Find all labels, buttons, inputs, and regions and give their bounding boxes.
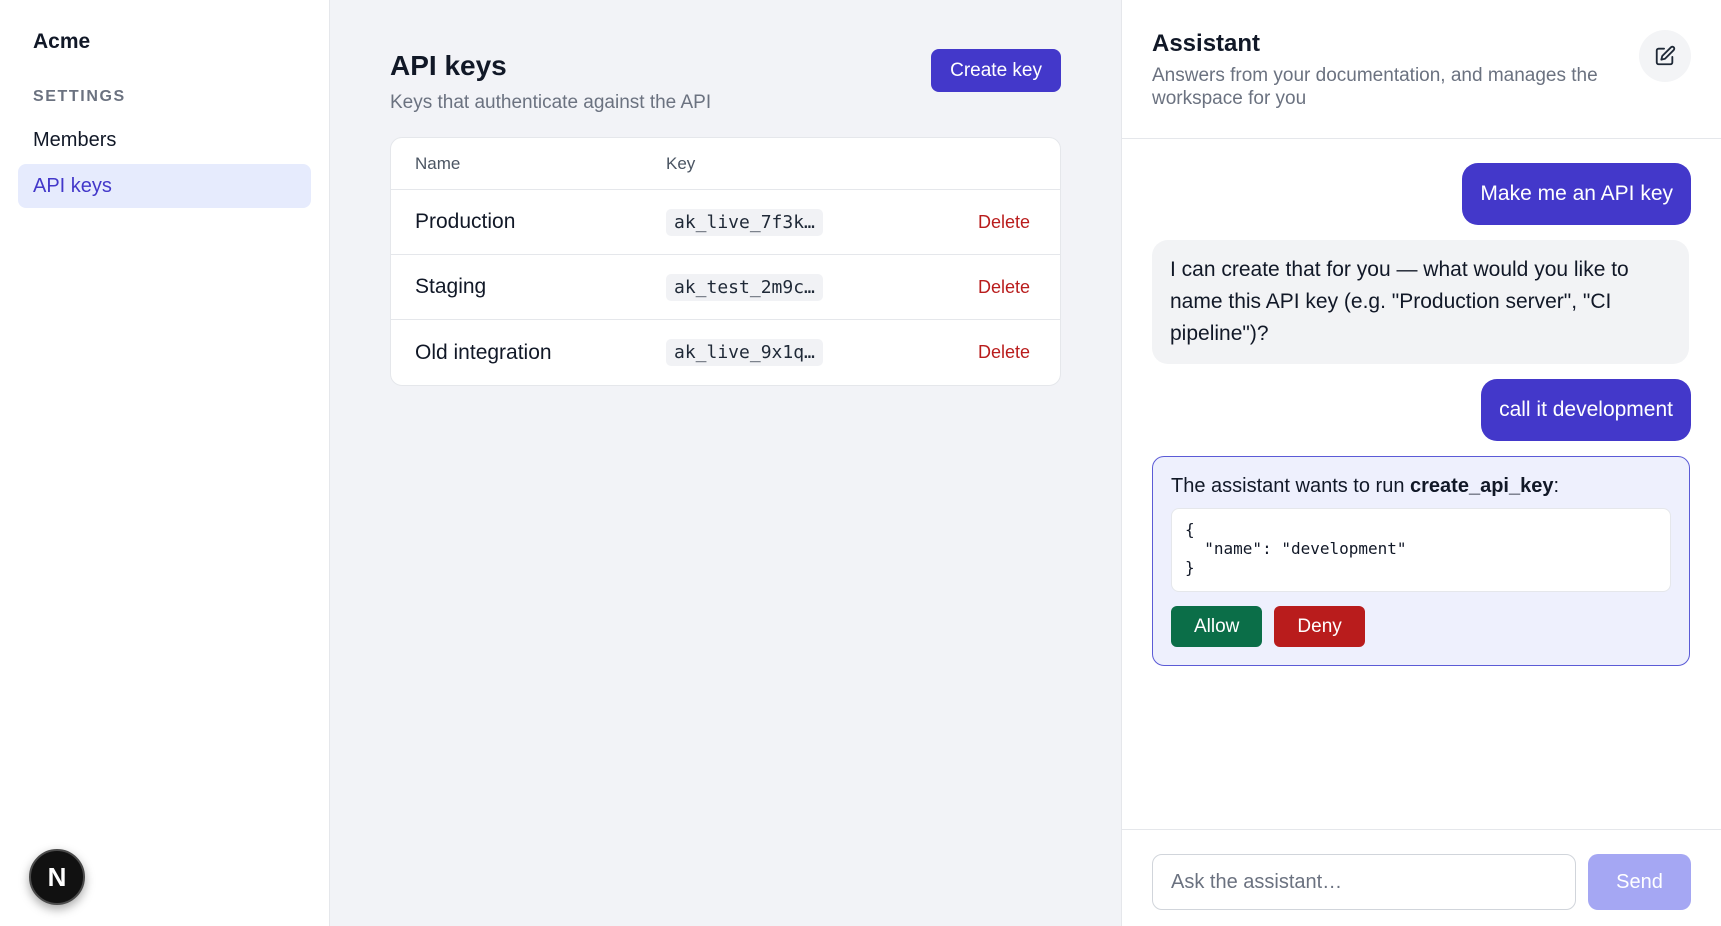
app-root: Acme SETTINGS Members API keys N API key… bbox=[0, 0, 1721, 926]
delete-key-button[interactable]: Delete bbox=[978, 212, 1030, 233]
tool-request-suffix: : bbox=[1553, 475, 1560, 497]
brand-name: Acme bbox=[33, 30, 91, 53]
page-title: API keys bbox=[390, 50, 507, 81]
sidebar-item-api-keys[interactable]: API keys bbox=[18, 164, 311, 208]
tool-request-text: The assistant wants to run create_api_ke… bbox=[1171, 475, 1671, 498]
page-heading: API keys Keys that authenticate against … bbox=[390, 48, 711, 114]
delete-key-button[interactable]: Delete bbox=[978, 342, 1030, 363]
key-name: Production bbox=[415, 210, 516, 233]
allow-button[interactable]: Allow bbox=[1171, 606, 1263, 647]
send-button[interactable]: Send bbox=[1588, 854, 1691, 910]
column-header-key: Key bbox=[666, 153, 696, 173]
key-value: ak_live_7f3k… bbox=[666, 208, 823, 236]
user-message: Make me an API key bbox=[1462, 163, 1691, 225]
tool-request-prefix: The assistant wants to run bbox=[1171, 475, 1411, 497]
table-row: Staging ak_test_2m9c… Delete bbox=[391, 255, 1060, 320]
new-chat-button[interactable] bbox=[1639, 30, 1691, 82]
sidebar: Acme SETTINGS Members API keys N bbox=[0, 0, 330, 926]
assistant-header: Assistant Answers from your documentatio… bbox=[1122, 0, 1721, 139]
settings-section-label: SETTINGS bbox=[33, 88, 126, 105]
assistant-message: I can create that for you — what would y… bbox=[1152, 240, 1689, 364]
assistant-title: Assistant bbox=[1152, 30, 1261, 57]
page-subtitle: Keys that authenticate against the API bbox=[390, 92, 712, 113]
key-name: Old integration bbox=[415, 340, 552, 364]
key-name: Staging bbox=[415, 275, 487, 298]
sidebar-item-members[interactable]: Members bbox=[18, 118, 311, 162]
assistant-heading: Assistant Answers from your documentatio… bbox=[1152, 30, 1612, 138]
assistant-subtitle: Answers from your documentation, and man… bbox=[1152, 65, 1598, 109]
key-value: ak_test_2m9c… bbox=[666, 273, 823, 301]
page-header: API keys Keys that authenticate against … bbox=[390, 48, 1061, 114]
main-content: API keys Keys that authenticate against … bbox=[330, 0, 1121, 926]
assistant-panel: Assistant Answers from your documentatio… bbox=[1121, 0, 1721, 926]
tool-actions: Allow Deny bbox=[1171, 606, 1671, 647]
edit-icon bbox=[1655, 45, 1676, 66]
create-key-button[interactable]: Create key bbox=[931, 49, 1061, 92]
api-keys-table: Name Key Production ak_live_7f3k… Delete… bbox=[390, 137, 1061, 386]
table-row: Production ak_live_7f3k… Delete bbox=[391, 190, 1060, 255]
column-header-name: Name bbox=[415, 153, 461, 173]
table-row: Old integration ak_live_9x1q… Delete bbox=[391, 320, 1060, 385]
user-message: call it development bbox=[1481, 379, 1691, 441]
tool-arguments: { "name": "development" } bbox=[1171, 508, 1671, 592]
ask-input[interactable] bbox=[1152, 854, 1576, 910]
nextjs-badge-icon[interactable]: N bbox=[29, 849, 85, 905]
tool-approval-card: The assistant wants to run create_api_ke… bbox=[1152, 456, 1690, 666]
delete-key-button[interactable]: Delete bbox=[978, 277, 1030, 298]
table-header: Name Key bbox=[391, 138, 1060, 190]
tool-name: create_api_key bbox=[1410, 475, 1554, 497]
deny-button[interactable]: Deny bbox=[1274, 606, 1365, 647]
message-list: Make me an API key I can create that for… bbox=[1122, 139, 1721, 829]
key-value: ak_live_9x1q… bbox=[666, 339, 823, 366]
composer: Send bbox=[1122, 829, 1721, 926]
